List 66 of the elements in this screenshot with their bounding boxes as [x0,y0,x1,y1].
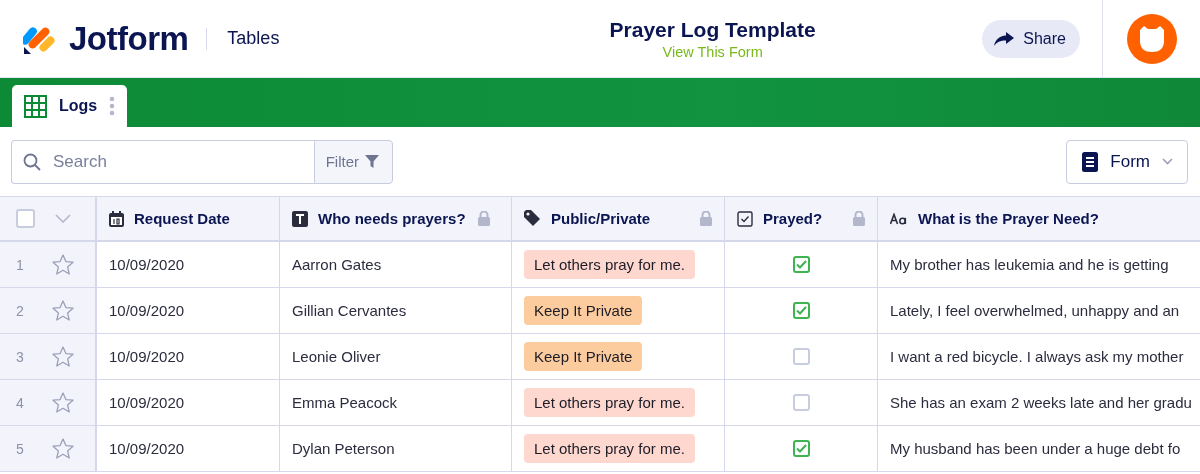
section-title: Tables [227,28,280,49]
text-icon [292,210,308,227]
prayer-need-cell: She has an exam 2 weeks late and her gradu [890,394,1192,411]
date-cell: 10/09/2020 [109,440,185,457]
row-number: 2 [16,302,25,319]
prayer-need-cell: My brother has leukemia and he is getting [890,256,1169,273]
star-icon[interactable] [52,438,74,459]
select-all-checkbox[interactable] [16,209,35,228]
privacy-tag: Keep It Private [524,342,643,371]
prayed-checkbox[interactable] [792,256,810,273]
column-header[interactable]: Prayed? [763,210,823,227]
column-header[interactable]: What is the Prayer Need? [918,210,1099,227]
row-number: 3 [16,348,25,365]
check-icon [795,444,807,453]
column-header[interactable]: Request Date [134,210,230,227]
font-icon [890,212,908,225]
form-title: Prayer Log Template [609,17,816,42]
checkbox-icon [737,210,753,227]
prayer-need-cell: I want a red bicycle. I always ask my mother [890,348,1184,365]
date-cell: 10/09/2020 [109,256,185,273]
privacy-tag: Let others pray for me. [524,434,695,463]
name-cell: Emma Peacock [292,394,398,411]
calendar-icon [109,210,124,227]
name-cell: Dylan Peterson [292,440,395,457]
star-icon[interactable] [52,254,74,275]
chevron-down-icon [55,214,71,223]
search-field[interactable]: Search [11,139,314,184]
check-icon [795,306,807,315]
check-icon [795,260,807,269]
tag-icon [524,210,541,227]
search-icon [23,152,41,171]
privacy-tag: Let others pray for me. [524,250,695,279]
name-cell: Leonie Oliver [292,348,381,365]
brand-name: Jotform [69,19,189,58]
privacy-tag: Let others pray for me. [524,388,695,417]
form-icon [1082,151,1099,172]
star-icon[interactable] [52,300,74,321]
prayed-checkbox[interactable] [792,440,810,457]
share-button[interactable]: Share [982,19,1080,58]
column-header[interactable]: Public/Private [551,210,651,227]
filter-icon [365,155,379,168]
column-header[interactable]: Who needs prayers? [318,210,466,227]
share-icon [994,31,1015,46]
view-dropdown[interactable]: Form [1066,139,1188,184]
star-icon[interactable] [52,346,74,367]
row-number: 5 [16,440,25,457]
more-icon [109,96,116,116]
grid-icon [24,94,47,118]
date-cell: 10/09/2020 [109,348,185,365]
prayer-need-cell: Lately, I feel overwhelmed, unhappy and an [890,302,1180,319]
date-cell: 10/09/2020 [109,302,185,319]
privacy-tag: Keep It Private [524,296,643,325]
sheet-tab[interactable]: Logs [12,85,128,127]
prayed-checkbox[interactable] [792,394,810,411]
name-cell: Gillian Cervantes [292,302,407,319]
filter-button[interactable]: Filter [313,139,393,184]
row-number: 4 [16,394,25,411]
name-cell: Aarron Gates [292,256,382,273]
row-number: 1 [16,256,25,273]
chevron-down-icon [1162,158,1173,165]
avatar-icon [1126,13,1177,64]
prayer-need-cell: My husband has been under a huge debt fo [890,440,1181,457]
prayed-checkbox[interactable] [792,348,810,365]
date-cell: 10/09/2020 [109,394,185,411]
prayed-checkbox[interactable] [792,302,810,319]
star-icon[interactable] [52,392,74,413]
